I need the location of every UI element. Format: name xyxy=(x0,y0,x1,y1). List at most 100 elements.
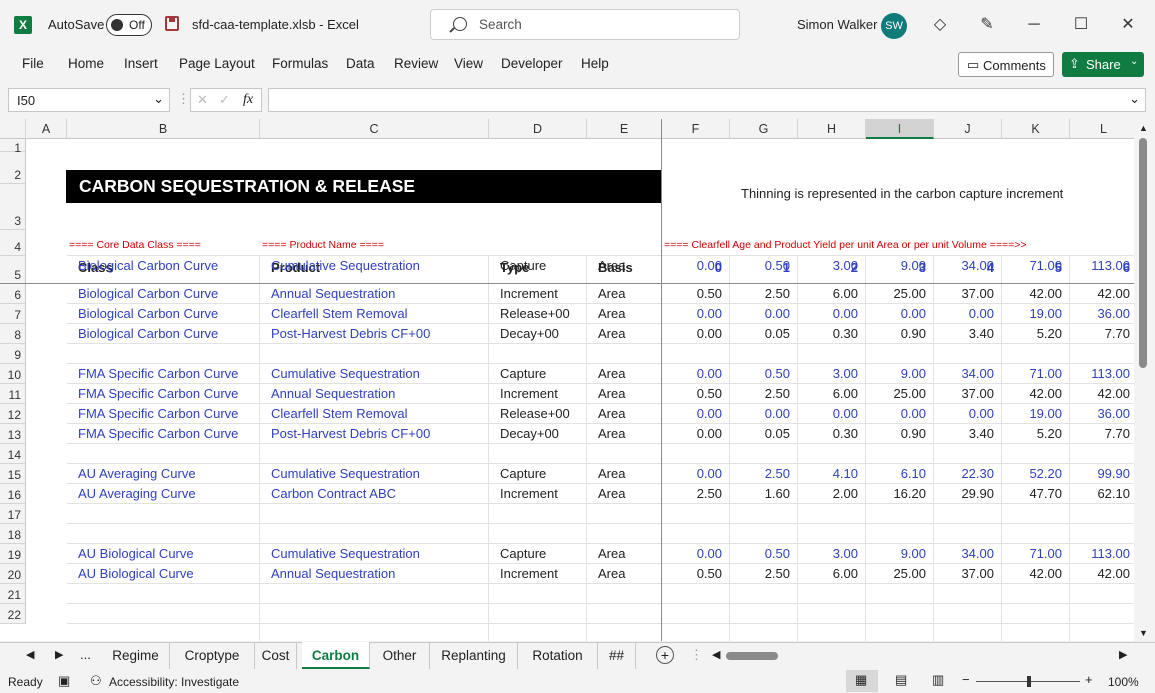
cell-value[interactable]: 5.20 xyxy=(1002,324,1062,344)
row-header-15[interactable]: 15 xyxy=(0,464,26,484)
fx-icon[interactable]: fx xyxy=(243,92,253,108)
cell-value[interactable]: 37.00 xyxy=(934,384,994,404)
name-box[interactable]: I50 ⌄ xyxy=(8,88,170,112)
cell-type[interactable]: Capture xyxy=(500,364,546,384)
cell-product[interactable]: Clearfell Stem Removal xyxy=(271,304,408,324)
cell-basis[interactable]: Area xyxy=(598,364,625,384)
cell-type[interactable]: Capture xyxy=(500,256,546,276)
cell-class[interactable]: FMA Specific Carbon Curve xyxy=(78,384,238,404)
cell-value[interactable]: 9.00 xyxy=(866,544,926,564)
cell-value[interactable]: 0.00 xyxy=(798,404,858,424)
sheet-tab-cost[interactable]: Cost xyxy=(255,642,297,669)
comments-button[interactable]: ▭ Comments xyxy=(958,52,1054,77)
row-header-17[interactable]: 17 xyxy=(0,504,26,524)
column-header-c[interactable]: C xyxy=(260,119,489,139)
menu-file[interactable]: File xyxy=(22,56,44,71)
more-sheets-button[interactable]: ... xyxy=(80,647,91,662)
row-header-11[interactable]: 11 xyxy=(0,384,26,404)
cell-product[interactable]: Clearfell Stem Removal xyxy=(271,404,408,424)
search-box[interactable]: Search xyxy=(430,9,740,40)
sheet-tab-carbon[interactable]: Carbon xyxy=(302,642,370,669)
column-header-g[interactable]: G xyxy=(730,119,798,139)
row-header-9[interactable]: 9 xyxy=(0,344,26,364)
sheet-tab--[interactable]: ## xyxy=(598,642,636,669)
cell-value[interactable]: 42.00 xyxy=(1070,564,1130,584)
cell-value[interactable]: 0.00 xyxy=(662,324,722,344)
cell-value[interactable]: 0.00 xyxy=(662,464,722,484)
cell-value[interactable]: 99.90 xyxy=(1070,464,1130,484)
column-header-a[interactable]: A xyxy=(26,119,67,139)
cell-value[interactable]: 113.00 xyxy=(1070,256,1130,276)
cell-basis[interactable]: Area xyxy=(598,404,625,424)
more-icon[interactable]: ⋮ xyxy=(690,647,703,663)
cell-class[interactable]: Biological Carbon Curve xyxy=(78,304,218,324)
add-sheet-icon[interactable]: + xyxy=(656,646,674,664)
cell-value[interactable]: 3.40 xyxy=(934,324,994,344)
cell-value[interactable]: 42.00 xyxy=(1002,284,1062,304)
share-button[interactable]: ⇪ Share ⌄ xyxy=(1062,52,1144,77)
cell-product[interactable]: Cumulative Sequestration xyxy=(271,464,420,484)
cell-type[interactable]: Decay+00 xyxy=(500,424,559,444)
cell-value[interactable]: 0.00 xyxy=(662,544,722,564)
cell-value[interactable]: 0.50 xyxy=(730,544,790,564)
menu-review[interactable]: Review xyxy=(394,56,438,71)
cell-value[interactable]: 42.00 xyxy=(1070,384,1130,404)
cell-basis[interactable]: Area xyxy=(598,484,625,504)
cell-value[interactable]: 22.30 xyxy=(934,464,994,484)
grid-view-icon[interactable]: ▦ xyxy=(855,672,867,688)
cell-value[interactable]: 6.00 xyxy=(798,384,858,404)
cell-value[interactable]: 2.50 xyxy=(662,484,722,504)
cell-value[interactable]: 25.00 xyxy=(866,284,926,304)
row-header-3[interactable]: 3 xyxy=(0,184,26,230)
user-name[interactable]: Simon Walker xyxy=(797,17,877,32)
section-label-class[interactable]: ==== Core Data Class ==== xyxy=(69,235,201,255)
cell-value[interactable]: 7.70 xyxy=(1070,324,1130,344)
cell-value[interactable]: 34.00 xyxy=(934,256,994,276)
cell-value[interactable]: 9.00 xyxy=(866,256,926,276)
cell-class[interactable]: AU Averaging Curve xyxy=(78,464,196,484)
accessibility-status[interactable]: Accessibility: Investigate xyxy=(109,675,239,689)
sheet-tab-other[interactable]: Other xyxy=(370,642,430,669)
column-header-h[interactable]: H xyxy=(798,119,866,139)
row-header-13[interactable]: 13 xyxy=(0,424,26,444)
cell-value[interactable]: 0.00 xyxy=(798,304,858,324)
column-header-l[interactable]: L xyxy=(1070,119,1134,139)
maximize-icon[interactable]: ☐ xyxy=(1069,13,1093,37)
save-icon[interactable] xyxy=(165,16,179,31)
scroll-left-icon[interactable]: ◀ xyxy=(712,648,720,661)
avatar[interactable]: SW xyxy=(881,13,907,39)
cell-value[interactable]: 36.00 xyxy=(1070,304,1130,324)
menu-help[interactable]: Help xyxy=(581,56,609,71)
cell-value[interactable]: 5.20 xyxy=(1002,424,1062,444)
row-header-18[interactable]: 18 xyxy=(0,524,26,544)
cell-value[interactable]: 19.00 xyxy=(1002,304,1062,324)
cell-type[interactable]: Capture xyxy=(500,544,546,564)
cell-value[interactable]: 0.50 xyxy=(730,256,790,276)
cell-value[interactable]: 4.10 xyxy=(798,464,858,484)
sheet-tab-rotation[interactable]: Rotation xyxy=(518,642,598,669)
cell-basis[interactable]: Area xyxy=(598,284,625,304)
column-header-f[interactable]: F xyxy=(662,119,730,139)
cell-product[interactable]: Post-Harvest Debris CF+00 xyxy=(271,424,430,444)
formula-input[interactable]: ⌄ xyxy=(268,88,1146,112)
cell-value[interactable]: 19.00 xyxy=(1002,404,1062,424)
row-header-22[interactable]: 22 xyxy=(0,604,26,624)
cell-value[interactable]: 0.00 xyxy=(730,404,790,424)
cell-value[interactable]: 0.00 xyxy=(662,304,722,324)
menu-data[interactable]: Data xyxy=(346,56,375,71)
section-label-product[interactable]: ==== Product Name ==== xyxy=(262,235,384,255)
cell-value[interactable]: 0.50 xyxy=(662,384,722,404)
chevron-down-icon[interactable]: ⌄ xyxy=(153,91,164,107)
cell-basis[interactable]: Area xyxy=(598,304,625,324)
check-icon[interactable]: ✓ xyxy=(219,92,230,108)
cell-class[interactable]: FMA Specific Carbon Curve xyxy=(78,364,238,384)
cell-value[interactable]: 113.00 xyxy=(1070,364,1130,384)
menu-insert[interactable]: Insert xyxy=(124,56,158,71)
cell-class[interactable]: FMA Specific Carbon Curve xyxy=(78,424,238,444)
chevron-down-icon[interactable]: ⌄ xyxy=(1130,56,1138,67)
pen-icon[interactable]: ✎ xyxy=(975,13,999,37)
cell-value[interactable]: 113.00 xyxy=(1070,544,1130,564)
select-all-corner[interactable] xyxy=(0,119,26,139)
row-header-5[interactable]: 5 xyxy=(0,256,26,284)
cell-value[interactable]: 0.00 xyxy=(866,304,926,324)
